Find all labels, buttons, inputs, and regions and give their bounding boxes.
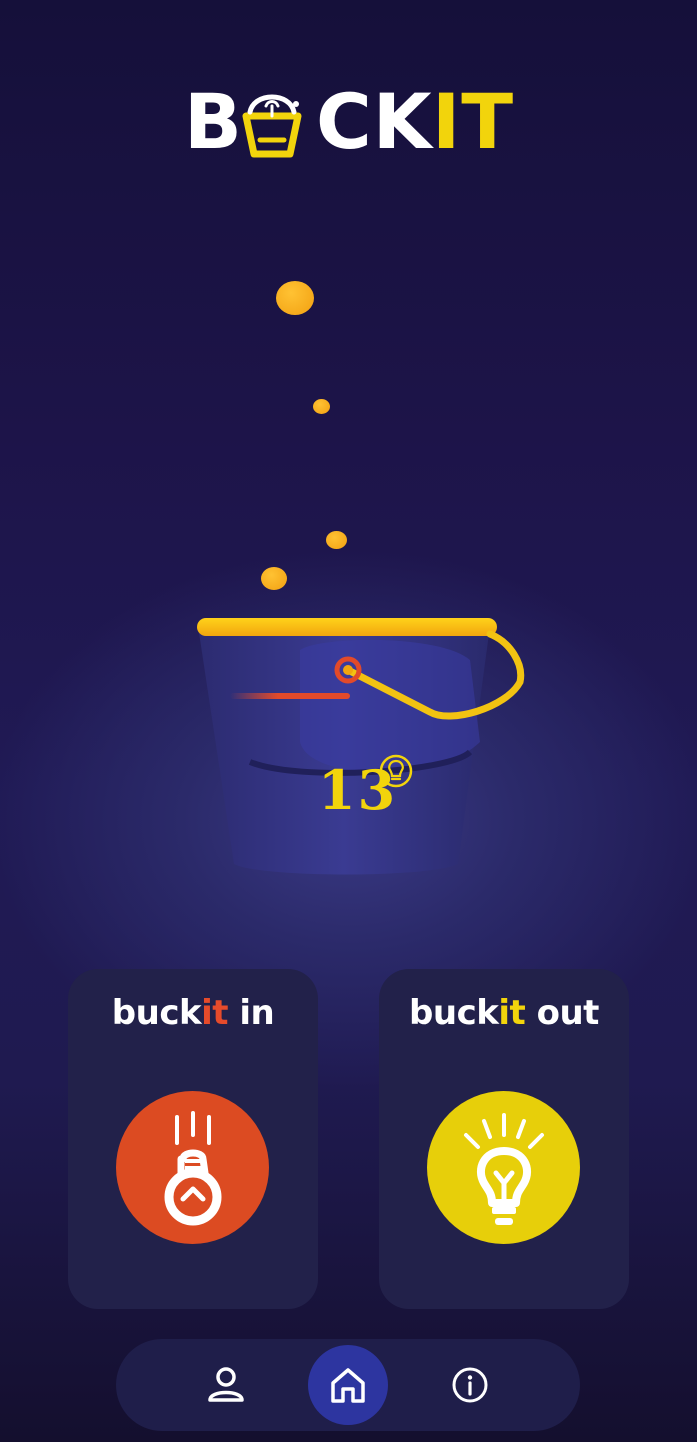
home-icon <box>331 1368 365 1403</box>
drop <box>313 399 330 414</box>
nav-home[interactable] <box>308 1345 388 1425</box>
lightbulb-circle-icon <box>379 754 413 788</box>
logo-bucket-icon <box>242 94 302 158</box>
bulb-drop-in-icon <box>164 1110 221 1225</box>
buckit-in-card[interactable]: buckit in <box>68 969 318 1309</box>
buckit-out-button[interactable] <box>427 1091 580 1244</box>
buckit-out-title: buckit out <box>409 993 599 1033</box>
logo-letter-b: B <box>184 77 243 166</box>
buckit-in-title: buckit in <box>111 993 275 1033</box>
profile-icon <box>208 1367 244 1402</box>
buckit-in-button[interactable] <box>116 1091 269 1244</box>
nav-info[interactable] <box>430 1345 510 1425</box>
info-icon <box>452 1367 488 1403</box>
app-logo: B CK IT <box>180 82 520 162</box>
nav-profile[interactable] <box>186 1345 266 1425</box>
logo-letters-ck: CK <box>316 77 433 166</box>
drop <box>326 531 347 549</box>
buckit-out-card[interactable]: buckit out <box>379 969 629 1309</box>
logo-letters-it: IT <box>432 77 515 166</box>
lightbulb-shine-icon <box>463 1112 544 1225</box>
drop <box>261 567 287 590</box>
drop <box>276 281 314 315</box>
bucket-illustration <box>197 618 525 875</box>
bottom-nav <box>116 1339 580 1431</box>
